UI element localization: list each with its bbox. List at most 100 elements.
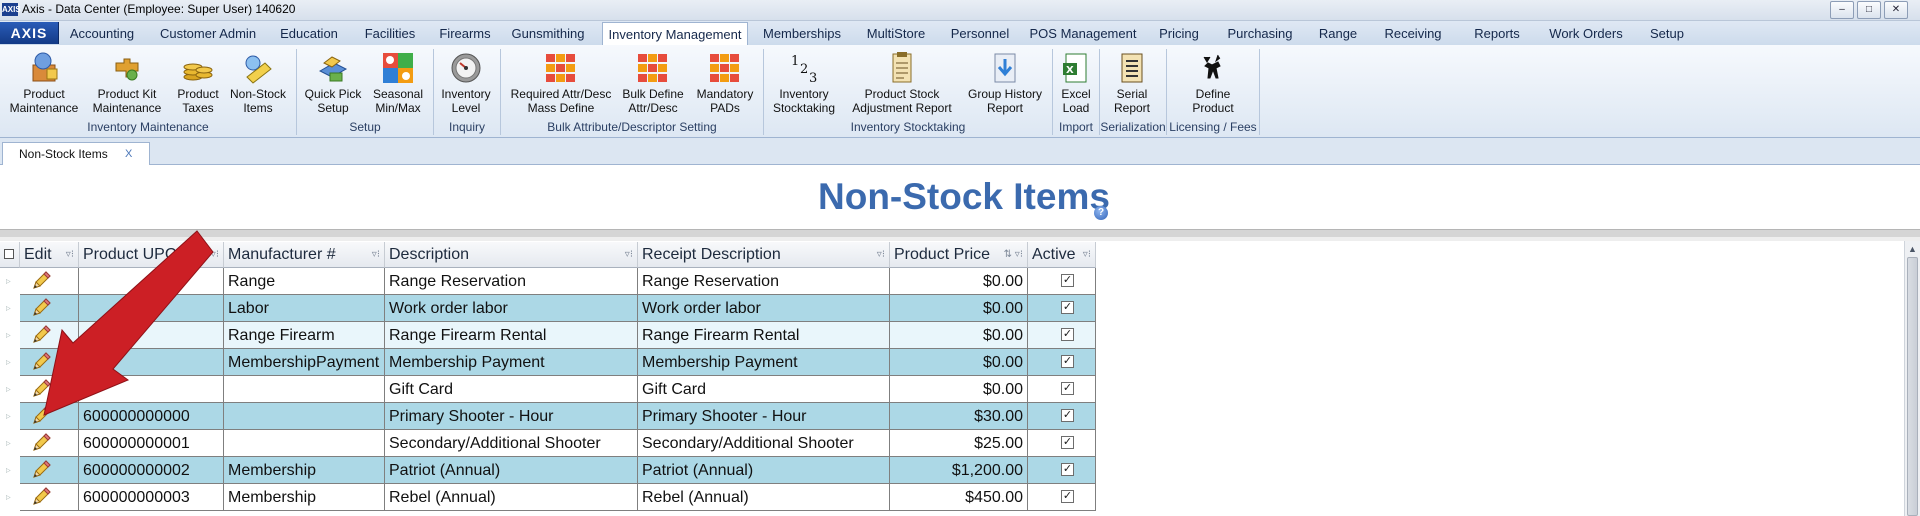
product-price-cell[interactable]: $0.00 bbox=[890, 349, 1028, 376]
table-row[interactable]: ▷ 600000000000 Primary Shooter - Hour Pr… bbox=[0, 403, 1096, 430]
filter-icon[interactable]: ▿⁝ bbox=[211, 242, 219, 267]
edit-cell[interactable] bbox=[20, 403, 79, 430]
product-price-cell[interactable]: $1,200.00 bbox=[890, 457, 1028, 484]
edit-cell[interactable] bbox=[20, 376, 79, 403]
product-upc-cell[interactable]: 600000000000 bbox=[79, 403, 224, 430]
description-cell[interactable]: Rebel (Annual) bbox=[385, 484, 638, 511]
inventory-stocktaking-button[interactable]: 1 2 3 Inventory Stocktaking bbox=[768, 51, 840, 115]
row-selector[interactable]: ▷ bbox=[0, 430, 20, 457]
row-selector[interactable]: ▷ bbox=[0, 484, 20, 511]
receipt-description-cell[interactable]: Rebel (Annual) bbox=[638, 484, 890, 511]
tab-reports[interactable]: Reports bbox=[1465, 23, 1529, 44]
table-row[interactable]: ▷ Range Firearm Range Firearm Rental Ran… bbox=[0, 322, 1096, 349]
product-taxes-button[interactable]: Product Taxes bbox=[174, 51, 222, 115]
serial-report-button[interactable]: Serial Report bbox=[1104, 51, 1160, 115]
product-price-cell[interactable]: $0.00 bbox=[890, 295, 1028, 322]
tab-education[interactable]: Education bbox=[274, 23, 344, 44]
active-checkbox[interactable]: ✓ bbox=[1061, 463, 1074, 476]
close-tab-icon[interactable]: X bbox=[125, 143, 132, 165]
receipt-description-cell[interactable]: Membership Payment bbox=[638, 349, 890, 376]
active-checkbox[interactable]: ✓ bbox=[1061, 355, 1074, 368]
manufacturer-cell[interactable]: Range bbox=[224, 268, 385, 295]
active-cell[interactable]: ✓ bbox=[1028, 322, 1096, 349]
tab-firearms[interactable]: Firearms bbox=[434, 23, 496, 44]
tab-multistore[interactable]: MultiStore bbox=[859, 23, 933, 44]
product-upc-cell[interactable] bbox=[79, 268, 224, 295]
product-maintenance-button[interactable]: Product Maintenance bbox=[6, 51, 82, 115]
product-upc-cell[interactable]: 600000000003 bbox=[79, 484, 224, 511]
product-upc-cell[interactable] bbox=[79, 376, 224, 403]
active-checkbox[interactable]: ✓ bbox=[1061, 436, 1074, 449]
edit-cell[interactable] bbox=[20, 295, 79, 322]
filter-icon[interactable]: ▿⁝ bbox=[877, 242, 885, 267]
edit-cell[interactable] bbox=[20, 268, 79, 295]
bulk-define-attr-desc-button[interactable]: Bulk Define Attr/Desc bbox=[620, 51, 686, 115]
filter-icon[interactable]: ▿⁝ bbox=[372, 242, 380, 267]
description-cell[interactable]: Gift Card bbox=[385, 376, 638, 403]
sort-filter-icon[interactable]: ⇅ ▿⁝ bbox=[1004, 242, 1023, 267]
pencil-edit-icon[interactable] bbox=[30, 459, 52, 481]
product-price-cell[interactable]: $450.00 bbox=[890, 484, 1028, 511]
edit-cell[interactable] bbox=[20, 430, 79, 457]
receipt-description-cell[interactable]: Patriot (Annual) bbox=[638, 457, 890, 484]
tab-work-orders[interactable]: Work Orders bbox=[1541, 23, 1631, 44]
column-header-product-price[interactable]: Product Price ⇅ ▿⁝ bbox=[890, 242, 1028, 268]
description-cell[interactable]: Primary Shooter - Hour bbox=[385, 403, 638, 430]
row-selector[interactable]: ▷ bbox=[0, 349, 20, 376]
receipt-description-cell[interactable]: Range Reservation bbox=[638, 268, 890, 295]
product-upc-cell[interactable] bbox=[79, 349, 224, 376]
column-header-receipt-description[interactable]: Receipt Description ▿⁝ bbox=[638, 242, 890, 268]
axis-app-button[interactable]: AXIS bbox=[0, 22, 59, 44]
table-row[interactable]: ▷ MembershipPayment Membership Payment M… bbox=[0, 349, 1096, 376]
active-checkbox[interactable]: ✓ bbox=[1061, 382, 1074, 395]
description-cell[interactable]: Range Reservation bbox=[385, 268, 638, 295]
active-cell[interactable]: ✓ bbox=[1028, 430, 1096, 457]
tab-setup[interactable]: Setup bbox=[1642, 23, 1692, 44]
manufacturer-cell[interactable] bbox=[224, 430, 385, 457]
pencil-edit-icon[interactable] bbox=[30, 378, 52, 400]
tab-personnel[interactable]: Personnel bbox=[945, 23, 1015, 44]
inventory-level-button[interactable]: Inventory Level bbox=[436, 51, 496, 115]
active-checkbox[interactable]: ✓ bbox=[1061, 490, 1074, 503]
active-cell[interactable]: ✓ bbox=[1028, 268, 1096, 295]
group-history-report-button[interactable]: Group History Report bbox=[964, 51, 1046, 115]
excel-load-button[interactable]: X Excel Load bbox=[1054, 51, 1098, 115]
pencil-edit-icon[interactable] bbox=[30, 405, 52, 427]
filter-icon[interactable]: ▿⁝ bbox=[1083, 242, 1091, 267]
table-row[interactable]: ▷ 600000000002 Membership Patriot (Annua… bbox=[0, 457, 1096, 484]
manufacturer-cell[interactable] bbox=[224, 403, 385, 430]
active-cell[interactable]: ✓ bbox=[1028, 295, 1096, 322]
column-header-manufacturer[interactable]: Manufacturer # ▿⁝ bbox=[224, 242, 385, 268]
edit-cell[interactable] bbox=[20, 484, 79, 511]
tab-customer-admin[interactable]: Customer Admin bbox=[155, 23, 261, 44]
edit-cell[interactable] bbox=[20, 349, 79, 376]
tab-range[interactable]: Range bbox=[1313, 23, 1363, 44]
required-attr-desc-button[interactable]: Required Attr/Desc Mass Define bbox=[506, 51, 616, 115]
pencil-edit-icon[interactable] bbox=[30, 270, 52, 292]
description-cell[interactable]: Secondary/Additional Shooter bbox=[385, 430, 638, 457]
row-selector[interactable]: ▷ bbox=[0, 457, 20, 484]
product-upc-cell[interactable]: 600000000002 bbox=[79, 457, 224, 484]
receipt-description-cell[interactable]: Primary Shooter - Hour bbox=[638, 403, 890, 430]
active-checkbox[interactable]: ✓ bbox=[1061, 301, 1074, 314]
tab-memberships[interactable]: Memberships bbox=[756, 23, 848, 44]
product-price-cell[interactable]: $30.00 bbox=[890, 403, 1028, 430]
column-header-product-upc[interactable]: Product UPC ▿⁝ bbox=[79, 242, 224, 268]
row-selector[interactable]: ▷ bbox=[0, 376, 20, 403]
manufacturer-cell[interactable]: Membership bbox=[224, 484, 385, 511]
active-checkbox[interactable]: ✓ bbox=[1061, 409, 1074, 422]
tab-pricing[interactable]: Pricing bbox=[1152, 23, 1206, 44]
row-selector[interactable]: ▷ bbox=[0, 295, 20, 322]
active-cell[interactable]: ✓ bbox=[1028, 349, 1096, 376]
tab-pos-management[interactable]: POS Management bbox=[1027, 23, 1139, 44]
product-upc-cell[interactable]: 600000000001 bbox=[79, 430, 224, 457]
column-header-active[interactable]: Active ▿⁝ bbox=[1028, 242, 1096, 268]
description-cell[interactable]: Patriot (Annual) bbox=[385, 457, 638, 484]
quick-pick-setup-button[interactable]: Quick Pick Setup bbox=[302, 51, 364, 115]
filter-icon[interactable]: ▿⁝ bbox=[625, 242, 633, 267]
edit-cell[interactable] bbox=[20, 457, 79, 484]
row-selector[interactable]: ▷ bbox=[0, 322, 20, 349]
manufacturer-cell[interactable]: Range Firearm bbox=[224, 322, 385, 349]
description-cell[interactable]: Work order labor bbox=[385, 295, 638, 322]
seasonal-min-max-button[interactable]: Seasonal Min/Max bbox=[370, 51, 426, 115]
